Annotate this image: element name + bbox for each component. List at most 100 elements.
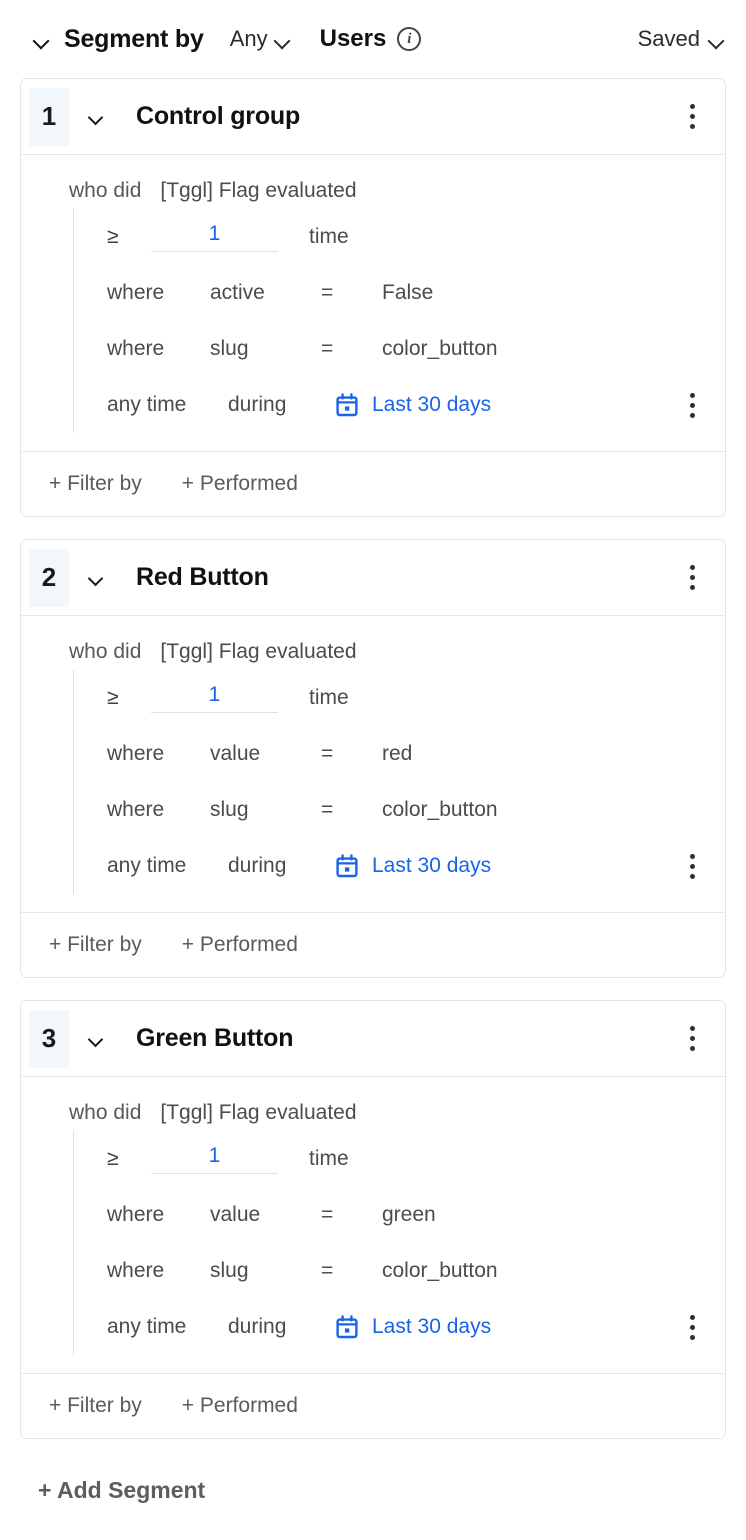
- filter-prefix-label: where: [107, 742, 165, 765]
- count-unit-label: time: [309, 686, 349, 709]
- filter-property-select[interactable]: slug: [210, 1259, 321, 1283]
- event-name-select[interactable]: [Tggl] Flag evaluated: [160, 179, 356, 203]
- segment-more-options-icon[interactable]: [677, 99, 707, 135]
- segment-name[interactable]: Control group: [136, 102, 300, 131]
- count-operator-select[interactable]: ≥: [107, 1147, 151, 1171]
- count-value-input[interactable]: 1: [151, 222, 278, 252]
- add-filter-button[interactable]: + Filter by: [49, 472, 142, 496]
- segment-card: 3 Green Button who did [Tggl] Flag evalu…: [20, 1000, 726, 1439]
- time-scope-select[interactable]: any time: [107, 854, 228, 878]
- count-unit-label: time: [309, 1147, 349, 1170]
- segment-more-options-icon[interactable]: [677, 1021, 707, 1057]
- count-value-input[interactable]: 1: [151, 683, 278, 713]
- segment-name[interactable]: Green Button: [136, 1024, 294, 1053]
- count-condition-row: ≥ 1 time: [74, 1131, 707, 1187]
- filter-prefix-label: where: [107, 1259, 165, 1282]
- segment-collapse-chevron-down-icon[interactable]: [79, 1022, 113, 1056]
- segment-card-body: who did [Tggl] Flag evaluated ≥ 1 time w…: [21, 616, 725, 913]
- filter-condition-row: where value = red: [74, 726, 707, 782]
- segment-by-toolbar: Segment by Any Users i Saved: [0, 0, 746, 78]
- filter-prefix-label: where: [107, 337, 165, 360]
- filter-property-select[interactable]: slug: [210, 337, 321, 361]
- segment-card-header[interactable]: 2 Red Button: [21, 540, 725, 616]
- filter-value-select[interactable]: green: [382, 1203, 436, 1227]
- segment-card-footer: + Filter by + Performed: [21, 452, 725, 516]
- count-condition-row: ≥ 1 time: [74, 209, 707, 265]
- filter-value-select[interactable]: color_button: [382, 337, 498, 361]
- segment-card-header[interactable]: 1 Control group: [21, 79, 725, 155]
- add-filter-button[interactable]: + Filter by: [49, 1394, 142, 1418]
- segment-collapse-chevron-down-icon[interactable]: [79, 561, 113, 595]
- event-name-select[interactable]: [Tggl] Flag evaluated: [160, 1101, 356, 1125]
- condition-group: ≥ 1 time where value = red where slug =: [73, 670, 707, 894]
- filter-prefix-label: where: [107, 798, 165, 821]
- who-did-label: who did: [69, 179, 142, 202]
- filter-property-select[interactable]: value: [210, 1203, 321, 1227]
- segment-card-body: who did [Tggl] Flag evaluated ≥ 1 time w…: [21, 1077, 725, 1374]
- time-range-row: any time during Last 30 days: [74, 377, 707, 433]
- add-performed-button[interactable]: + Performed: [182, 472, 298, 496]
- condition-more-options-icon[interactable]: [677, 387, 707, 423]
- condition-more-options-icon[interactable]: [677, 1309, 707, 1345]
- add-performed-button[interactable]: + Performed: [182, 1394, 298, 1418]
- segment-collapse-chevron-down-icon[interactable]: [79, 100, 113, 134]
- filter-value-select[interactable]: color_button: [382, 798, 498, 822]
- filter-value-select[interactable]: False: [382, 281, 433, 305]
- date-range-label: Last 30 days: [372, 854, 492, 877]
- calendar-icon: [336, 393, 358, 417]
- segment-list: 1 Control group who did [Tggl] Flag eval…: [0, 78, 746, 1439]
- condition-more-options-icon[interactable]: [677, 848, 707, 884]
- time-range-row: any time during Last 30 days: [74, 838, 707, 894]
- info-icon[interactable]: i: [397, 27, 422, 51]
- segment-number-badge: 3: [29, 1009, 69, 1068]
- time-scope-select[interactable]: any time: [107, 1315, 228, 1339]
- time-scope-select[interactable]: any time: [107, 393, 228, 417]
- filter-operator-select[interactable]: =: [321, 1203, 382, 1227]
- count-value-input[interactable]: 1: [151, 1144, 278, 1174]
- filter-operator-select[interactable]: =: [321, 1259, 382, 1283]
- match-mode-dropdown[interactable]: Any: [230, 26, 290, 52]
- filter-property-select[interactable]: value: [210, 742, 321, 766]
- segment-card-header[interactable]: 3 Green Button: [21, 1001, 725, 1077]
- count-operator-select[interactable]: ≥: [107, 686, 151, 710]
- condition-group: ≥ 1 time where active = False where slug…: [73, 209, 707, 433]
- date-range-picker[interactable]: Last 30 days: [335, 854, 491, 878]
- who-did-row: who did [Tggl] Flag evaluated: [69, 1101, 707, 1125]
- filter-value-select[interactable]: red: [382, 742, 412, 766]
- calendar-icon: [336, 1315, 358, 1339]
- date-range-label: Last 30 days: [372, 393, 492, 416]
- saved-dropdown[interactable]: Saved: [638, 26, 724, 52]
- saved-label: Saved: [637, 26, 700, 51]
- add-filter-button[interactable]: + Filter by: [49, 933, 142, 957]
- filter-prefix-label: where: [107, 1203, 165, 1226]
- segment-card: 2 Red Button who did [Tggl] Flag evaluat…: [20, 539, 726, 978]
- filter-operator-select[interactable]: =: [321, 337, 382, 361]
- count-unit-label: time: [309, 225, 349, 248]
- collapse-chevron-down-icon[interactable]: [28, 26, 54, 52]
- filter-value-select[interactable]: color_button: [382, 1259, 498, 1283]
- segment-number-badge: 1: [29, 87, 69, 146]
- segment-builder-page: Segment by Any Users i Saved 1 Control g…: [0, 0, 746, 1540]
- event-name-select[interactable]: [Tggl] Flag evaluated: [160, 640, 356, 664]
- filter-operator-select[interactable]: =: [321, 281, 382, 305]
- date-range-picker[interactable]: Last 30 days: [335, 1315, 491, 1339]
- time-preposition-label: during: [228, 393, 287, 416]
- count-operator-select[interactable]: ≥: [107, 225, 151, 249]
- segment-more-options-icon[interactable]: [677, 560, 707, 596]
- filter-operator-select[interactable]: =: [321, 798, 382, 822]
- who-did-row: who did [Tggl] Flag evaluated: [69, 640, 707, 664]
- filter-operator-select[interactable]: =: [321, 742, 382, 766]
- segment-card-body: who did [Tggl] Flag evaluated ≥ 1 time w…: [21, 155, 725, 452]
- filter-property-select[interactable]: active: [210, 281, 321, 305]
- time-preposition-label: during: [228, 854, 287, 877]
- add-performed-button[interactable]: + Performed: [182, 933, 298, 957]
- segment-name[interactable]: Red Button: [136, 563, 269, 592]
- add-segment-button[interactable]: + Add Segment: [0, 1461, 746, 1504]
- page-title: Segment by: [64, 24, 204, 53]
- filter-property-select[interactable]: slug: [210, 798, 321, 822]
- date-range-label: Last 30 days: [372, 1315, 492, 1338]
- time-preposition-label: during: [228, 1315, 287, 1338]
- filter-condition-row: where slug = color_button: [74, 782, 707, 838]
- chevron-down-icon: [709, 35, 724, 44]
- date-range-picker[interactable]: Last 30 days: [335, 393, 491, 417]
